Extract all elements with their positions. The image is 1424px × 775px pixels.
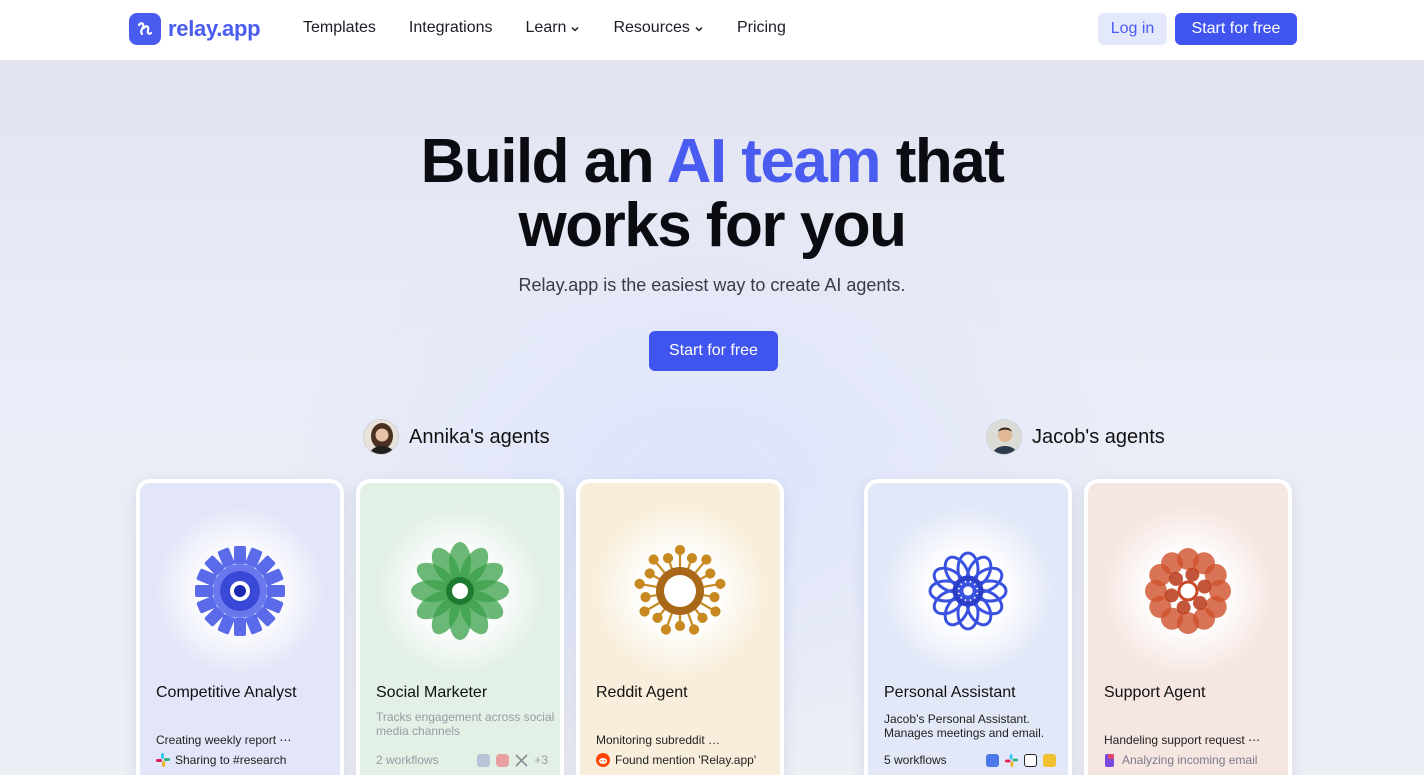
- hero-subtitle: Relay.app is the easiest way to create A…: [518, 275, 906, 295]
- owner-name: Annika's agents: [409, 425, 550, 448]
- owner-name: Jacob's agents: [1032, 425, 1165, 448]
- slack-icon: [156, 753, 170, 767]
- hero-start-button[interactable]: Start for free: [649, 331, 778, 371]
- agent-emblem-icon: [411, 542, 509, 640]
- nav-link-resources[interactable]: Resources: [613, 19, 703, 37]
- chevron-down-icon: [695, 26, 703, 32]
- x-icon: [515, 753, 528, 767]
- owner-jacob: Jacob's agents: [986, 419, 1165, 455]
- front-app-icon: [1105, 753, 1114, 767]
- card-description: Tracks engagement across social media ch…: [376, 710, 555, 738]
- card-substatus: Found mention 'Relay.app': [615, 753, 757, 767]
- integration-icons: +3: [477, 753, 548, 767]
- card-title: Personal Assistant: [884, 684, 1016, 701]
- more-integrations-count: +3: [534, 753, 548, 767]
- hero-title-line2: works for you: [518, 191, 907, 260]
- start-for-free-nav-button[interactable]: Start for free: [1175, 13, 1297, 45]
- nav-link-label: Learn: [525, 19, 567, 36]
- logo-text: relay.app: [168, 16, 261, 41]
- owner-annika: Annika's agents: [363, 419, 550, 455]
- card-footer: 5 workflows: [884, 753, 1056, 767]
- card-status: Monitoring subreddit …: [596, 733, 721, 747]
- workflow-count: 2 workflows: [376, 753, 439, 767]
- notion-icon: [1024, 753, 1037, 767]
- nav-link-integrations[interactable]: Integrations: [409, 19, 493, 37]
- logo[interactable]: relay.app: [129, 13, 261, 45]
- hero-title-pre: Build an: [420, 127, 667, 196]
- hero-title-post: that: [880, 127, 1005, 196]
- card-footer: 2 workflows +3: [376, 753, 548, 767]
- card-substatus-row: Sharing to #research: [156, 753, 286, 767]
- linkedin-icon: [477, 753, 491, 767]
- card-title: Reddit Agent: [596, 684, 688, 701]
- hero-title: Build an AI team that works for you: [0, 130, 1424, 258]
- card-substatus: Sharing to #research: [175, 753, 287, 767]
- agent-emblem-icon: [634, 544, 726, 635]
- hero-title-accent: AI team: [666, 127, 882, 196]
- agent-emblem-icon: [1145, 548, 1231, 634]
- nav-link-label: Resources: [613, 19, 690, 36]
- nav-link-label: Pricing: [736, 19, 786, 36]
- card-title: Support Agent: [1104, 684, 1206, 701]
- card-substatus-row: Found mention 'Relay.app': [596, 753, 756, 767]
- card-status: Handeling support request ⋯: [1104, 733, 1261, 747]
- youtube-icon: [496, 753, 510, 767]
- reddit-icon: [596, 753, 610, 767]
- workflow-count: 5 workflows: [884, 753, 947, 767]
- avatar: [363, 419, 399, 455]
- agent-card-support-agent[interactable]: Support Agent Handeling support request …: [1084, 479, 1292, 775]
- card-substatus-row: Analyzing incoming email: [1104, 753, 1257, 767]
- nav-link-templates[interactable]: Templates: [303, 19, 376, 37]
- slack-icon: [1005, 753, 1018, 767]
- calendar-icon: [986, 753, 999, 767]
- card-substatus: Analyzing incoming email: [1122, 753, 1258, 767]
- card-title: Competitive Analyst: [156, 684, 297, 701]
- card-status: Creating weekly report ⋯: [156, 733, 292, 747]
- avatar: [986, 419, 1022, 455]
- chevron-down-icon: [571, 26, 579, 32]
- agent-card-competitive-analyst[interactable]: Competitive Analyst Creating weekly repo…: [136, 479, 344, 775]
- agent-card-social-marketer[interactable]: Social Marketer Tracks engagement across…: [356, 479, 564, 775]
- nav-link-learn[interactable]: Learn: [526, 19, 581, 37]
- nav-links: Templates Integrations Learn Resources P…: [303, 19, 819, 37]
- card-title: Social Marketer: [376, 684, 488, 701]
- nav-link-pricing[interactable]: Pricing: [737, 19, 786, 37]
- agent-card-personal-assistant[interactable]: Personal Assistant Jacob’s Personal Assi…: [864, 479, 1072, 775]
- agent-emblem-icon: [928, 551, 1008, 631]
- nav-link-label: Templates: [303, 19, 376, 36]
- agent-card-reddit-agent[interactable]: Reddit Agent Monitoring subreddit … Foun…: [576, 479, 784, 775]
- top-navigation: relay.app Templates Integrations Learn R…: [0, 0, 1424, 61]
- card-description: Jacob’s Personal Assistant. Manages meet…: [884, 712, 1045, 740]
- integration-icons: [986, 753, 1056, 767]
- agent-emblem-icon: [195, 546, 285, 636]
- login-button[interactable]: Log in: [1098, 13, 1167, 45]
- relay-logo-icon: [129, 13, 161, 45]
- productboard-icon: [1043, 753, 1056, 767]
- nav-link-label: Integrations: [408, 19, 493, 36]
